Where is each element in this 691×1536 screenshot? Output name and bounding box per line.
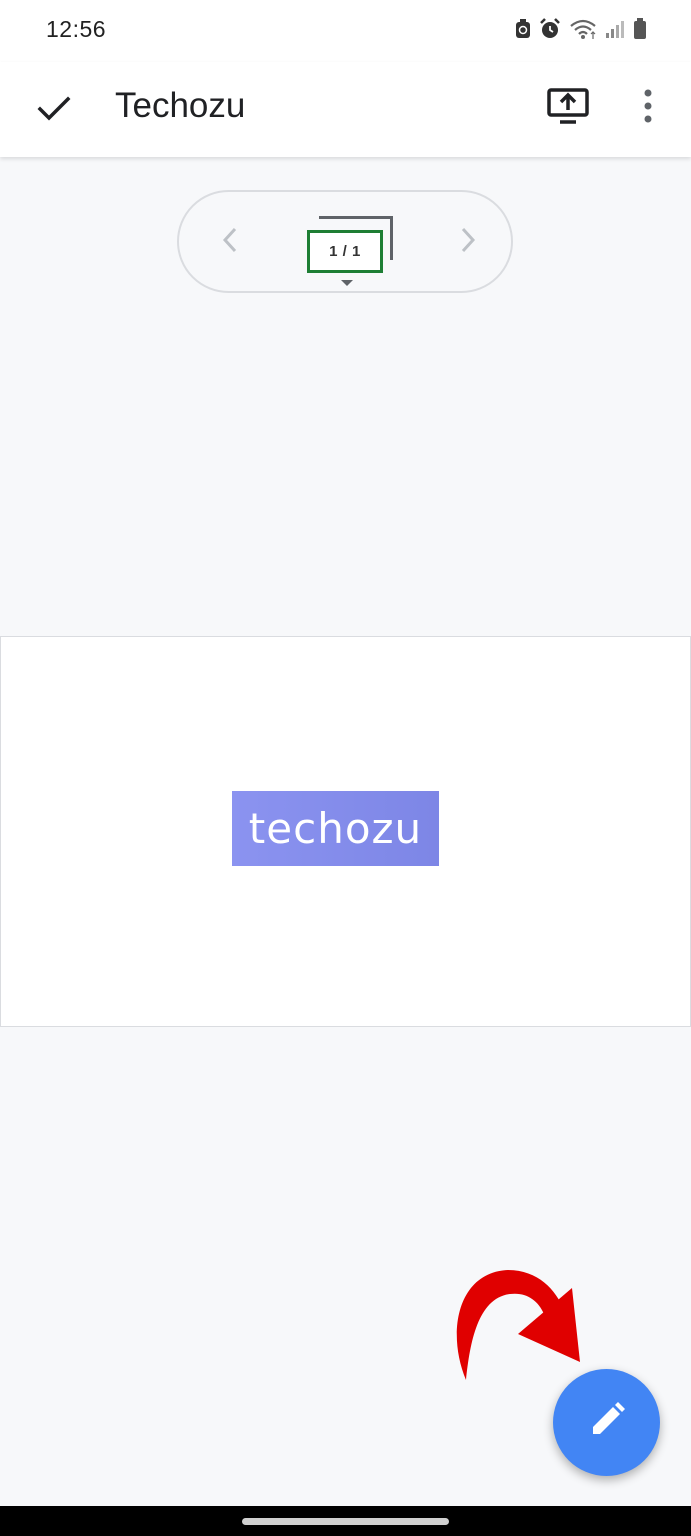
caret-down-icon: [341, 280, 353, 286]
edit-fab-button[interactable]: [553, 1369, 660, 1476]
logo-text: techozu: [248, 804, 423, 853]
status-time: 12:56: [46, 16, 107, 42]
more-vert-icon: [642, 88, 654, 129]
present-to-screen-icon: [546, 86, 590, 131]
present-button[interactable]: [542, 82, 594, 134]
app-bar: Techozu: [0, 62, 691, 157]
more-options-button[interactable]: [624, 82, 672, 134]
slide-counter-label: 1 / 1: [307, 230, 383, 273]
battery-icon: [633, 18, 647, 40]
done-button[interactable]: [28, 84, 80, 136]
techozu-logo[interactable]: techozu: [232, 791, 439, 866]
previous-slide-button[interactable]: [215, 224, 245, 260]
signal-icon: [605, 19, 625, 39]
home-gesture-handle[interactable]: [242, 1518, 449, 1525]
status-icons: [515, 18, 647, 40]
curved-arrow-icon: [448, 1262, 588, 1392]
slide-canvas[interactable]: techozu: [0, 636, 691, 1027]
slide-counter[interactable]: 1 / 1: [305, 214, 399, 292]
status-bar: 12:56: [0, 0, 691, 62]
next-slide-button[interactable]: [453, 224, 483, 260]
document-title[interactable]: Techozu: [115, 84, 245, 128]
chevron-right-icon: [460, 227, 476, 258]
system-nav-bar: [0, 1506, 691, 1536]
sync-icon: [515, 19, 531, 39]
chevron-left-icon: [222, 227, 238, 258]
pencil-icon: [587, 1400, 627, 1445]
check-icon: [34, 88, 74, 133]
wifi-icon: [569, 18, 597, 40]
alarm-icon: [539, 18, 561, 40]
slide-navigator: 1 / 1: [177, 190, 513, 293]
